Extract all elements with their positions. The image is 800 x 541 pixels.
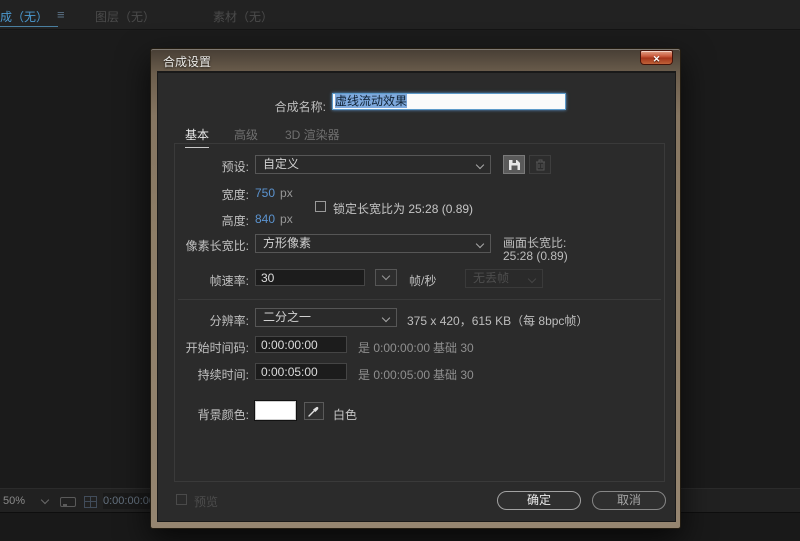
delete-preset-button <box>529 155 551 174</box>
preset-dropdown[interactable]: 自定义 <box>255 155 491 174</box>
close-icon: ✕ <box>653 54 661 64</box>
composition-settings-dialog: 合成设置 ✕ 合成名称: 虚线流动效果 基本 高级 3D 渲染器 预设: 自定义 <box>150 48 681 529</box>
eyedropper-icon <box>308 405 320 417</box>
composition-name-label: 合成名称: <box>275 98 326 115</box>
zoom-level-dropdown[interactable]: 50% <box>3 495 25 507</box>
framerate-label: 帧速率: <box>210 272 249 289</box>
chevron-down-icon <box>476 161 484 169</box>
composition-name-input[interactable]: 虚线流动效果 <box>332 93 566 110</box>
preset-label: 预设: <box>222 158 249 175</box>
pixel-aspect-label: 像素长宽比: <box>186 237 249 254</box>
tab-advanced[interactable]: 高级 <box>234 126 258 143</box>
frame-aspect-value: 25:28 (0.89) <box>503 249 568 263</box>
preview-checkbox[interactable] <box>176 494 187 505</box>
active-tab-underline <box>0 26 58 27</box>
tab-composition[interactable]: 成（无） <box>0 8 48 25</box>
resolution-dropdown[interactable]: 二分之一 <box>255 308 397 327</box>
width-value[interactable]: 750 <box>255 186 275 200</box>
region-of-interest-icon[interactable] <box>60 497 76 507</box>
panel-menu-icon[interactable]: ≡ <box>57 7 65 22</box>
framerate-unit-label: 帧/秒 <box>409 272 436 289</box>
dialog-titlebar[interactable]: 合成设置 ✕ <box>151 49 680 71</box>
screen: 成（无） ≡ 图层（无） 素材（无） 50% 0:00:00:00 合成设置 ✕… <box>0 0 800 541</box>
trash-icon <box>535 159 546 171</box>
lock-aspect-checkbox[interactable] <box>315 201 326 212</box>
duration-is-text: 是 0:00:05:00 <box>358 366 430 383</box>
height-row: 840 px <box>255 212 293 226</box>
preview-label: 预览 <box>194 493 218 510</box>
width-unit: px <box>280 186 293 200</box>
chevron-down-icon <box>476 240 484 248</box>
start-timecode-is-text: 是 0:00:00:00 <box>358 339 430 356</box>
ok-button[interactable]: 确定 <box>497 491 581 510</box>
dropframe-value: 无丢帧 <box>473 271 509 285</box>
resolution-value: 二分之一 <box>263 310 311 324</box>
height-value[interactable]: 840 <box>255 212 275 226</box>
tab-layer[interactable]: 图层（无） <box>95 8 155 25</box>
chevron-down-icon <box>528 275 536 283</box>
chevron-down-icon <box>382 272 390 280</box>
start-timecode-base-text: 基础 30 <box>433 339 474 356</box>
save-preset-button[interactable] <box>503 155 525 174</box>
tab-footage[interactable]: 素材（无） <box>213 8 273 25</box>
pixel-aspect-value: 方形像素 <box>263 236 311 250</box>
preset-value: 自定义 <box>263 157 299 171</box>
close-button[interactable]: ✕ <box>640 50 673 65</box>
duration-label: 持续时间: <box>198 366 249 383</box>
width-label: 宽度: <box>222 186 249 203</box>
basic-settings-group: 预设: 自定义 <box>174 143 665 482</box>
resolution-label: 分辨率: <box>210 312 249 329</box>
panel-tab-bar: 成（无） ≡ 图层（无） 素材（无） <box>0 0 800 30</box>
bgcolor-name: 白色 <box>333 406 357 423</box>
duration-input[interactable] <box>255 363 347 380</box>
lock-aspect-label: 锁定长宽比为 25:28 (0.89) <box>333 200 473 217</box>
framerate-preset-button[interactable] <box>375 269 397 286</box>
height-unit: px <box>280 212 293 226</box>
dialog-content: 合成名称: 虚线流动效果 基本 高级 3D 渲染器 预设: 自定义 <box>157 71 676 522</box>
dropframe-dropdown: 无丢帧 <box>465 269 543 288</box>
resolution-info: 375 x 420，615 KB（每 8bpc帧） <box>407 312 588 329</box>
chevron-down-icon <box>382 314 390 322</box>
bgcolor-label: 背景颜色: <box>198 406 249 423</box>
bgcolor-swatch[interactable] <box>255 401 296 420</box>
chevron-down-icon <box>41 496 49 504</box>
start-timecode-label: 开始时间码: <box>186 339 249 356</box>
current-time-field[interactable]: 0:00:00:00 <box>103 493 155 509</box>
eyedropper-button[interactable] <box>304 402 324 420</box>
composition-name-text: 虚线流动效果 <box>335 94 407 108</box>
cancel-button[interactable]: 取消 <box>592 491 666 510</box>
dialog-title: 合成设置 <box>163 53 211 70</box>
height-label: 高度: <box>222 212 249 229</box>
duration-base-text: 基础 30 <box>433 366 474 383</box>
width-row: 750 px <box>255 186 293 200</box>
framerate-input[interactable] <box>255 269 365 286</box>
pixel-aspect-dropdown[interactable]: 方形像素 <box>255 234 491 253</box>
grid-guides-icon[interactable] <box>84 496 97 508</box>
section-divider <box>178 299 661 300</box>
start-timecode-input[interactable] <box>255 336 347 353</box>
save-preset-icon <box>508 159 521 171</box>
tab-3d-renderer[interactable]: 3D 渲染器 <box>285 126 340 143</box>
